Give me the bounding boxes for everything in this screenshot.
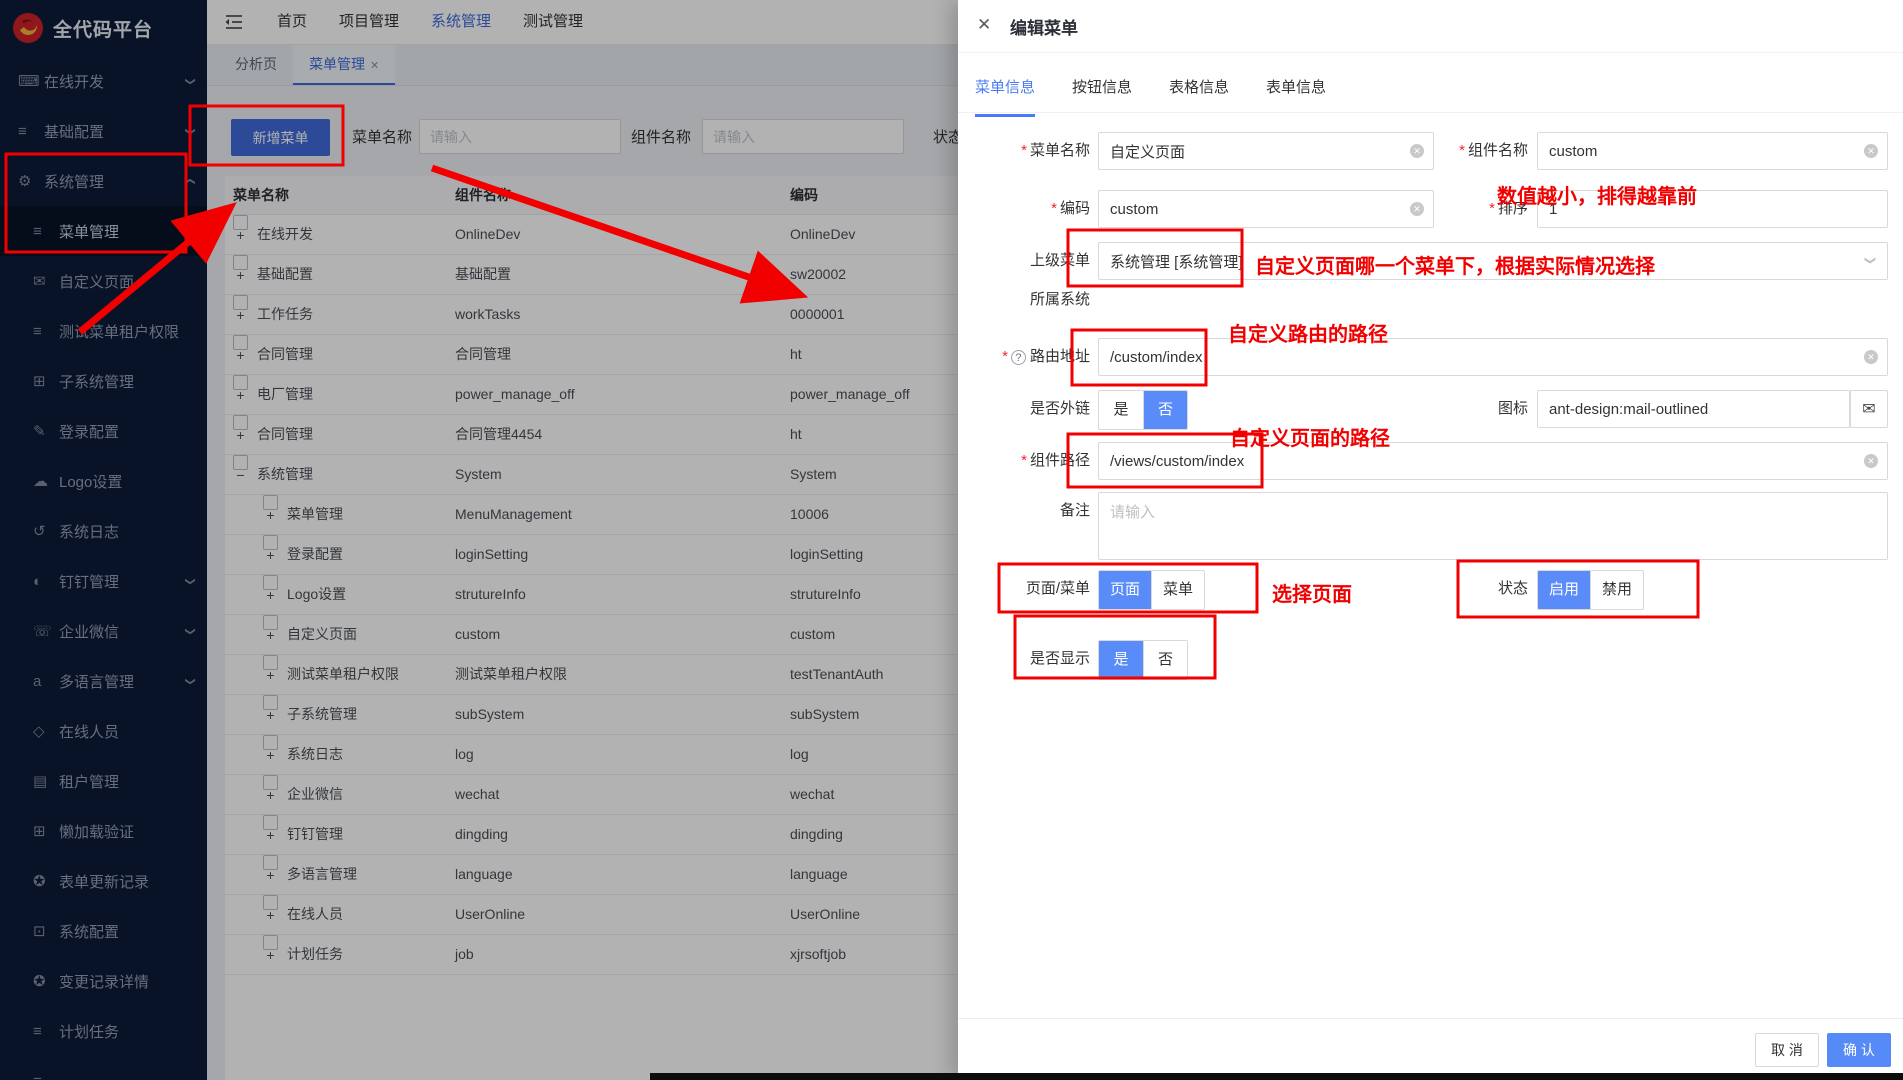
- menu-name-field-wrap: ✕: [1098, 132, 1434, 170]
- form-row-parent-menu: 上级菜单 ❯: [975, 242, 1888, 280]
- icon-field-wrap: [1537, 390, 1850, 428]
- drawer-header: ✕ 编辑菜单: [958, 0, 1903, 53]
- remark-textarea[interactable]: [1098, 492, 1888, 560]
- menu-name-label: *菜单名称: [975, 132, 1090, 170]
- chevron-down-icon: ❯: [1864, 256, 1877, 265]
- comp-path-field-wrap: ✕: [1098, 442, 1888, 480]
- external-link-segmented: 是否: [1098, 390, 1188, 430]
- clear-icon[interactable]: ✕: [1410, 202, 1424, 216]
- drawer-tab-表格信息[interactable]: 表格信息: [1169, 76, 1229, 117]
- form-row-route: *?路由地址 ✕: [975, 338, 1888, 376]
- component-name-field-wrap: ✕: [1537, 132, 1888, 170]
- close-icon[interactable]: ✕: [977, 15, 991, 35]
- form-row-remark: 备注: [975, 492, 1888, 560]
- mail-icon: ✉: [1862, 401, 1875, 418]
- drawer-footer: 取 消 确 认: [958, 1018, 1903, 1080]
- parent-menu-select-wrap: ❯: [1098, 242, 1888, 280]
- icon-input[interactable]: [1537, 390, 1850, 428]
- menu-name-input[interactable]: [1098, 132, 1434, 170]
- clear-icon[interactable]: ✕: [1864, 350, 1878, 364]
- code-label: *编码: [975, 190, 1090, 228]
- segment-option-是[interactable]: 是: [1099, 391, 1143, 429]
- route-label: *?路由地址: [975, 338, 1090, 376]
- comp-path-input[interactable]: [1098, 442, 1888, 480]
- drawer-tabs-divider: [958, 112, 1903, 113]
- drawer-tab-菜单信息[interactable]: 菜单信息: [975, 76, 1035, 117]
- cancel-button[interactable]: 取 消: [1755, 1033, 1819, 1067]
- external-link-label: 是否外链: [975, 390, 1090, 428]
- window-bottom-strip: [650, 1073, 1903, 1080]
- drawer-tab-表单信息[interactable]: 表单信息: [1266, 76, 1326, 117]
- route-input[interactable]: [1098, 338, 1888, 376]
- help-icon: ?: [1011, 350, 1026, 365]
- edit-menu-drawer: ✕ 编辑菜单 菜单信息按钮信息表格信息表单信息 *菜单名称 ✕ *组件名称 ✕ …: [958, 0, 1903, 1080]
- form-row-page-menu: 页面/菜单 页面菜单 状态 启用禁用: [975, 570, 1888, 608]
- page-menu-label: 页面/菜单: [975, 570, 1090, 608]
- external-link-toggle: 是否: [1098, 390, 1188, 430]
- drawer-mask[interactable]: [0, 0, 958, 1080]
- drawer-tabs: 菜单信息按钮信息表格信息表单信息: [975, 76, 1326, 117]
- clear-icon[interactable]: ✕: [1410, 144, 1424, 158]
- status-segmented: 启用禁用: [1537, 570, 1644, 610]
- status-toggle: 启用禁用: [1537, 570, 1644, 610]
- remark-label: 备注: [975, 492, 1090, 530]
- form-row-visible: 是否显示 是否: [975, 640, 1888, 678]
- code-input[interactable]: [1098, 190, 1434, 228]
- form-row-code: *编码 ✕ *排序: [975, 190, 1888, 228]
- confirm-button[interactable]: 确 认: [1827, 1033, 1891, 1067]
- form-row-comp-path: *组件路径 ✕: [975, 442, 1888, 480]
- drawer-tab-按钮信息[interactable]: 按钮信息: [1072, 76, 1132, 117]
- segment-option-启用[interactable]: 启用: [1538, 571, 1590, 609]
- system-label: 所属系统: [975, 281, 1090, 319]
- remark-field-wrap: [1098, 492, 1888, 565]
- segment-option-菜单[interactable]: 菜单: [1151, 571, 1204, 609]
- visible-segmented: 是否: [1098, 640, 1188, 680]
- sort-label: *排序: [1448, 190, 1528, 228]
- component-name-input[interactable]: [1537, 132, 1888, 170]
- page-menu-segmented: 页面菜单: [1098, 570, 1205, 610]
- icon-picker-button[interactable]: ✉: [1850, 390, 1888, 428]
- route-field-wrap: ✕: [1098, 338, 1888, 376]
- visible-toggle: 是否: [1098, 640, 1188, 680]
- form-row-system: 所属系统: [975, 281, 1888, 319]
- clear-icon[interactable]: ✕: [1864, 454, 1878, 468]
- parent-menu-select[interactable]: [1098, 242, 1888, 280]
- page-menu-toggle: 页面菜单: [1098, 570, 1205, 610]
- sort-field-wrap: [1537, 190, 1888, 228]
- app-root: 全代码平台 ⌨在线开发❯≡基础配置❯⚙系统管理❯≡菜单管理✉自定义页面≡测试菜单…: [0, 0, 1903, 1080]
- form-row-external-icon: 是否外链 是否 图标 ✉: [975, 390, 1888, 428]
- sort-input[interactable]: [1537, 190, 1888, 228]
- segment-option-否[interactable]: 否: [1143, 391, 1187, 429]
- segment-option-否[interactable]: 否: [1143, 641, 1187, 679]
- segment-option-禁用[interactable]: 禁用: [1590, 571, 1643, 609]
- form-row-menu-name: *菜单名称 ✕ *组件名称 ✕: [975, 132, 1888, 170]
- segment-option-页面[interactable]: 页面: [1099, 571, 1151, 609]
- segment-option-是[interactable]: 是: [1099, 641, 1143, 679]
- parent-menu-label: 上级菜单: [975, 242, 1090, 280]
- drawer-title: 编辑菜单: [1010, 14, 1078, 39]
- visible-label: 是否显示: [975, 640, 1090, 678]
- code-field-wrap: ✕: [1098, 190, 1434, 228]
- comp-path-label: *组件路径: [975, 442, 1090, 480]
- status-label: 状态: [1448, 570, 1528, 608]
- component-name-label: *组件名称: [1448, 132, 1528, 170]
- clear-icon[interactable]: ✕: [1864, 144, 1878, 158]
- icon-label: 图标: [1448, 390, 1528, 428]
